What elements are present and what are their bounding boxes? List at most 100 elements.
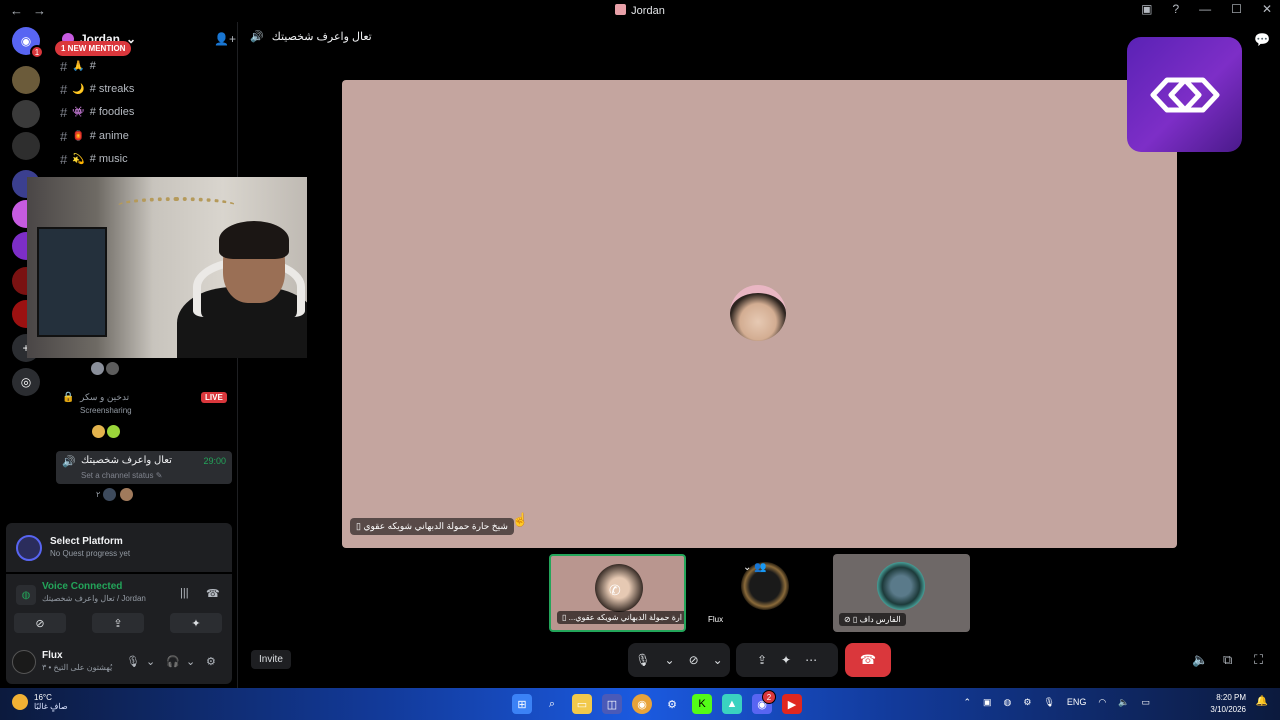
- channel-item[interactable]: # 🌙 # streaks: [60, 79, 134, 99]
- screenshare-channel[interactable]: 🔒 تدخين و سكر Screensharing LIVE: [62, 392, 228, 420]
- microphone-icon[interactable]: 🎙: [126, 655, 140, 668]
- server-icon: [615, 4, 627, 15]
- tray-app-icon[interactable]: ◍: [1004, 697, 1012, 708]
- camera-toggle-button[interactable]: ⊘: [14, 613, 66, 633]
- windows-start-icon[interactable]: ⊞: [512, 694, 532, 714]
- minimize-icon[interactable]: —: [1199, 2, 1211, 16]
- voice-channel-active[interactable]: 🔊 تعال واعرف شخصيتك 29:00 Set a channel …: [56, 451, 232, 484]
- chevron-down-icon[interactable]: ⌄: [186, 655, 195, 668]
- participant-tile[interactable]: ✆ ▯ ...ارة حمولة الدبهاني شويكه عقوي: [549, 554, 686, 632]
- wifi-icon[interactable]: ◠: [1098, 697, 1106, 708]
- chevron-up-icon[interactable]: ⌃: [963, 697, 971, 708]
- signal-icon[interactable]: ◍: [16, 585, 36, 605]
- headphones-icon[interactable]: 🎧: [166, 655, 180, 668]
- chrome-icon[interactable]: ◉: [632, 694, 652, 714]
- call-channel-title: تعال واعرف شخصيتك: [271, 31, 372, 43]
- taskbar-clock[interactable]: 8:20 PM 3/10/2026: [1210, 692, 1246, 716]
- chat-bubble-icon[interactable]: 💬: [1254, 32, 1270, 48]
- new-mention-pill[interactable]: 1 NEW MENTION: [55, 41, 132, 56]
- avatar[interactable]: [102, 487, 118, 502]
- file-explorer-icon[interactable]: ▭: [572, 694, 592, 714]
- participant-name: الفارس داف: [859, 615, 901, 624]
- avatar[interactable]: [91, 424, 106, 439]
- focused-participant-stage[interactable]: ▯ شيخ حارة حمولة الدبهاني شويكه عقوي: [342, 80, 1177, 548]
- chevron-down-icon[interactable]: ⌄: [665, 653, 675, 667]
- channel-emoji-icon: 🙏: [72, 60, 85, 72]
- settings-gear-icon[interactable]: ⚙: [206, 655, 216, 668]
- close-icon[interactable]: ✕: [1262, 2, 1272, 16]
- microphone-icon[interactable]: 🎙: [1043, 697, 1054, 708]
- microphone-icon[interactable]: 🎙: [635, 653, 650, 667]
- channel-name: #: [89, 60, 96, 72]
- youtube-icon[interactable]: ▶: [782, 694, 802, 714]
- disconnect-icon[interactable]: ☎: [206, 587, 220, 600]
- participant-tile[interactable]: ⌄ 👥 Flux: [697, 554, 834, 632]
- channel-item[interactable]: # 🏮 # anime: [60, 126, 129, 146]
- discord-taskbar-icon[interactable]: ◉ 2: [752, 690, 776, 714]
- activities-icon[interactable]: ✦: [781, 653, 791, 667]
- speaker-icon: 🔊: [62, 456, 76, 468]
- avatar[interactable]: [105, 361, 120, 376]
- camera-off-icon[interactable]: ⊘: [689, 653, 699, 667]
- server-icon-3[interactable]: [12, 132, 40, 160]
- chevron-down-icon[interactable]: ⌄: [146, 655, 155, 668]
- participant-tile[interactable]: ⊘ ▯ الفارس داف: [833, 554, 970, 632]
- popout-icon[interactable]: ⧉: [1223, 652, 1232, 668]
- windows-taskbar: 16°C صافٍ غالبًا ⊞ ⌕ ▭ ◫ ◉ ⚙ K ▲ ◉ 2 ▶ ⌃ …: [0, 688, 1280, 720]
- voice-status[interactable]: Voice Connected: [42, 581, 122, 592]
- screenshare-button[interactable]: ⇪: [92, 613, 144, 633]
- invite-button[interactable]: Invite: [251, 650, 291, 669]
- activities-button[interactable]: ✦: [170, 613, 222, 633]
- avatar[interactable]: [106, 424, 121, 439]
- weather-widget[interactable]: 16°C صافٍ غالبًا: [12, 693, 68, 711]
- discord-home-icon[interactable]: ◉ 1: [12, 27, 44, 59]
- chevron-down-icon[interactable]: ⌄: [713, 653, 723, 667]
- store-icon[interactable]: ◫: [602, 694, 622, 714]
- more-options-icon[interactable]: ⋯: [805, 653, 817, 667]
- add-user-icon[interactable]: 👤+: [214, 32, 236, 46]
- kick-icon[interactable]: K: [692, 694, 712, 714]
- channel-item[interactable]: # 💫 # music: [60, 149, 128, 169]
- inbox-icon[interactable]: ▣: [1141, 2, 1152, 16]
- voice-channel-name: تعال واعرف شخصيتك: [81, 455, 172, 466]
- noise-suppression-icon[interactable]: |||: [180, 587, 189, 599]
- volume-icon[interactable]: 🔈: [1192, 652, 1208, 668]
- steam-tray-icon[interactable]: ⚙: [1023, 697, 1031, 708]
- fullscreen-icon[interactable]: ⛶: [1254, 652, 1263, 668]
- voice-avatars-row-1: [90, 361, 120, 381]
- server-icon-2[interactable]: [12, 100, 40, 128]
- avatar[interactable]: [119, 487, 135, 502]
- quest-panel[interactable]: Select Platform No Quest progress yet: [6, 523, 232, 572]
- search-icon[interactable]: ⌕: [542, 694, 562, 714]
- voice-avatars-row-3: ٢: [96, 487, 135, 502]
- maximize-icon[interactable]: ☐: [1231, 2, 1242, 16]
- server-icon-1[interactable]: [12, 66, 40, 94]
- help-icon[interactable]: ?: [1172, 2, 1179, 16]
- discord-window: ← → Jordan ▣ ? — ☐ ✕ ◉1 + ◎ Jordan ⌄ 👤+: [0, 0, 1280, 688]
- screenshare-icon[interactable]: ⇪: [757, 653, 767, 667]
- avatar[interactable]: [12, 650, 36, 674]
- notification-bell-icon[interactable]: 🔔: [1256, 696, 1268, 707]
- leave-call-button[interactable]: ☎: [845, 643, 891, 677]
- volume-icon[interactable]: 🔈: [1118, 697, 1129, 708]
- participant-name-label: ▯ شيخ حارة حمولة الدبهاني شويكه عقوي: [350, 518, 514, 535]
- window-title: Jordan: [0, 4, 1280, 17]
- chevron-down-icon[interactable]: ⌄ 👥: [743, 562, 767, 573]
- channel-name: # foodies: [89, 106, 135, 118]
- channel-status-link[interactable]: Set a channel status ✎: [81, 471, 162, 480]
- nvidia-icon[interactable]: ▣: [983, 697, 992, 708]
- clock-time: 8:20 PM: [1216, 693, 1246, 702]
- app-icon[interactable]: ▲: [722, 694, 742, 714]
- mobile-icon: ▯: [356, 521, 361, 531]
- battery-icon[interactable]: ▭: [1141, 697, 1150, 708]
- channel-item[interactable]: # 🙏 #: [60, 56, 96, 76]
- avatar[interactable]: [90, 361, 105, 376]
- channel-emoji-icon: 🌙: [72, 83, 85, 95]
- explore-icon[interactable]: ◎: [12, 368, 40, 396]
- channel-item[interactable]: # 👾 # foodies: [60, 102, 134, 122]
- steam-icon[interactable]: ⚙: [662, 694, 682, 714]
- user-name[interactable]: Flux: [42, 650, 63, 661]
- voice-avatars-row-2: [91, 424, 121, 444]
- phone-icon: ✆: [609, 582, 621, 598]
- language-indicator[interactable]: ENG: [1067, 697, 1087, 708]
